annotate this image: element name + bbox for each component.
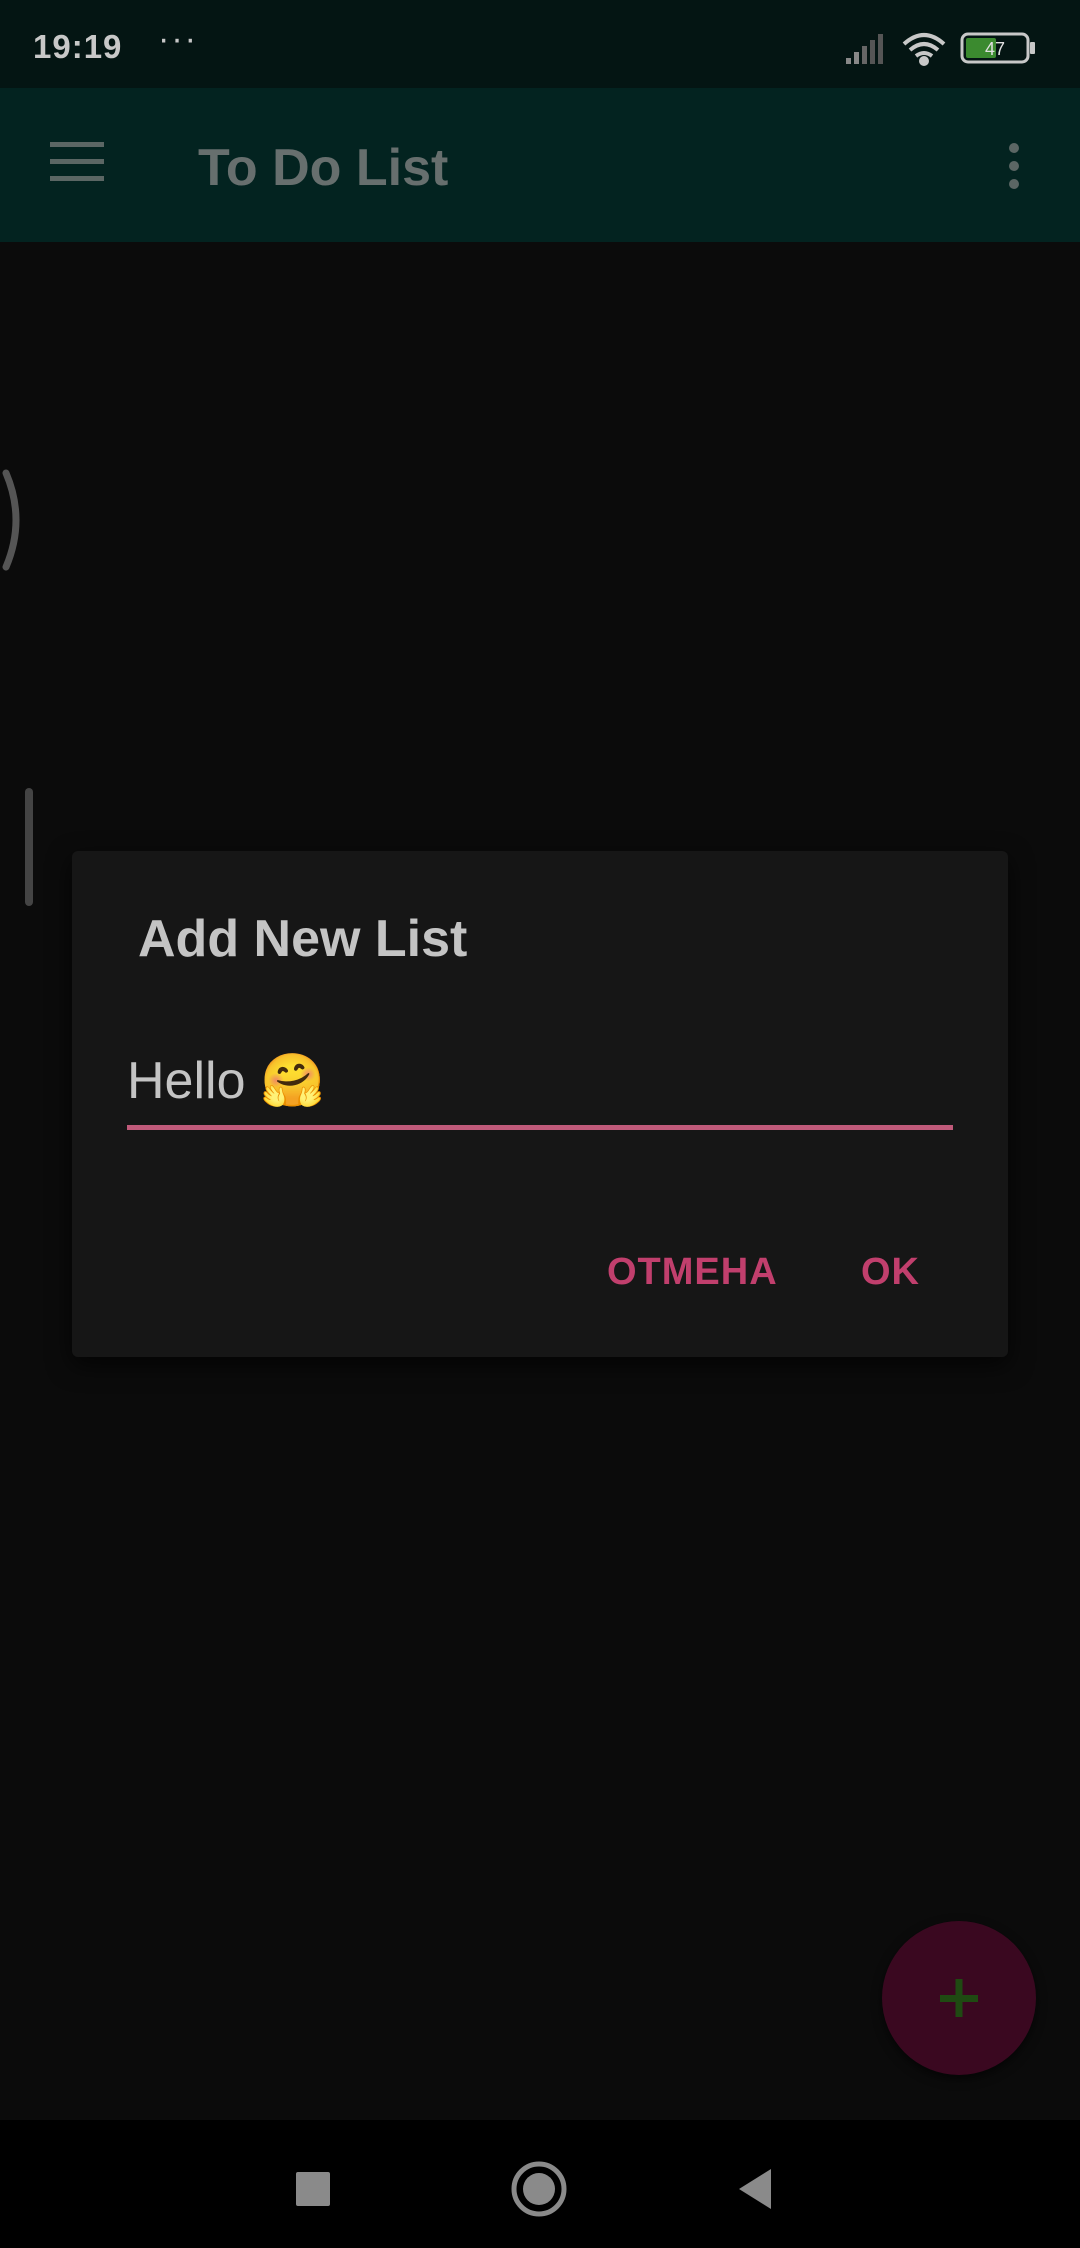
signal-icon [846,34,883,64]
list-name-input[interactable]: Hello 🤗 [127,1049,953,1130]
back-icon[interactable] [735,2167,775,2211]
status-overflow-dots: ··· [158,20,198,58]
system-nav-bar [0,2120,1080,2248]
status-time: 19:19 [33,28,123,65]
input-underline [127,1125,953,1130]
battery-level: 47 [985,39,1005,59]
menu-icon[interactable] [50,142,104,182]
add-list-fab[interactable] [882,1921,1036,2075]
recents-icon[interactable] [296,2172,330,2206]
wifi-icon [902,33,946,66]
cancel-button[interactable]: ОТМЕНА [607,1251,778,1294]
scrollbar-thumb[interactable] [25,788,33,906]
ok-button[interactable]: OK [861,1251,920,1294]
app-bar: To Do List [0,88,1080,242]
add-list-dialog: Add New List Hello 🤗 ОТМЕНА OK [72,851,1008,1357]
swipe-edge-indicator [2,469,20,571]
plus-icon [940,1979,978,2017]
list-name-input-value[interactable]: Hello 🤗 [127,1049,325,1113]
app-title: To Do List [198,139,449,197]
dialog-title: Add New List [138,910,468,968]
home-icon[interactable] [510,2160,568,2218]
status-icons: 47 [846,32,1035,66]
more-vert-icon[interactable] [1004,142,1024,190]
status-bar: 19:19 ··· 47 [0,0,1080,88]
